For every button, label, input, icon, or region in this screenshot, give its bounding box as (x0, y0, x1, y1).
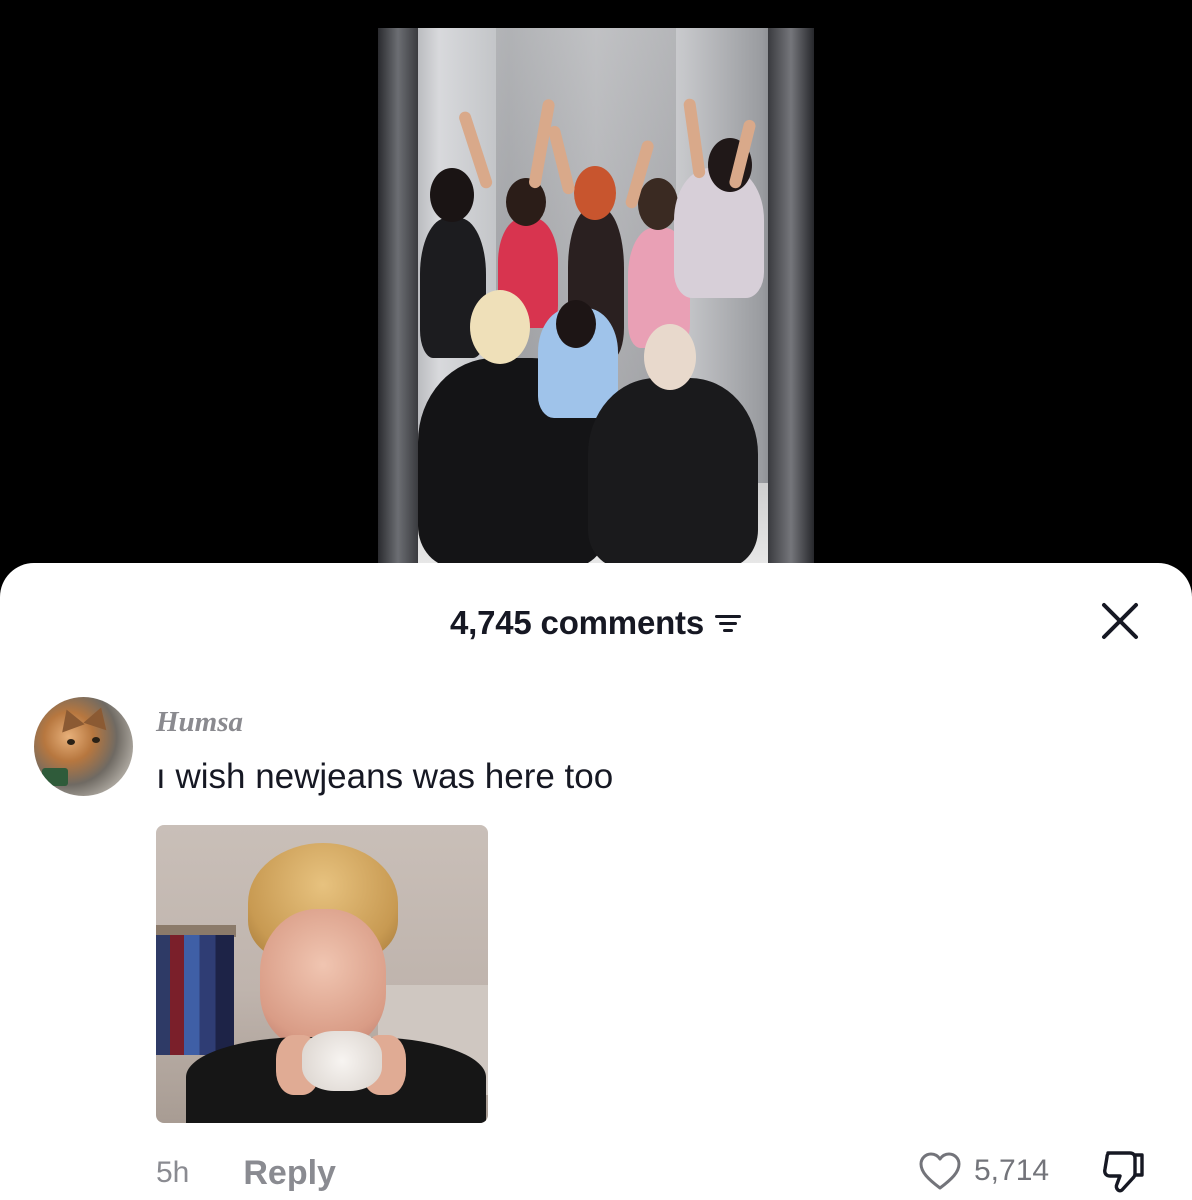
cat-ear (83, 703, 113, 731)
comment-gif[interactable] (156, 825, 488, 1123)
heart-icon[interactable] (918, 1151, 962, 1191)
dancer (588, 378, 758, 568)
comment-text: ı wish newjeans was here too (156, 757, 614, 796)
reply-button[interactable]: Reply (243, 1154, 336, 1193)
dancer-head (644, 324, 696, 390)
cat-eye (92, 737, 100, 743)
gif-tissue (302, 1031, 382, 1091)
comment-count: 4,745 comments (450, 604, 704, 641)
dancer-head (430, 168, 474, 222)
dancer-head (470, 290, 530, 364)
comments-sheet: 4,745 comments Humsa ı wish newjeans was… (0, 563, 1192, 1200)
mug (42, 768, 68, 786)
cat-ear (55, 705, 85, 733)
dancer-head (556, 300, 596, 348)
elevator-rail-left (378, 28, 418, 573)
comment-time: 5h (156, 1156, 190, 1189)
dancer-head (638, 178, 678, 230)
like-count: 5,714 (974, 1154, 1050, 1187)
raised-arm (682, 97, 706, 179)
like-button[interactable]: 5,714 (918, 1151, 1049, 1191)
video-preview[interactable] (378, 28, 814, 573)
gif-face (260, 909, 386, 1049)
thumbs-down-icon[interactable] (1100, 1149, 1148, 1193)
elevator-rail-right (768, 28, 814, 573)
filter-icon[interactable] (714, 611, 742, 635)
close-icon[interactable] (1100, 601, 1140, 641)
dancer-head (574, 166, 616, 220)
cat-eye (67, 739, 75, 745)
avatar[interactable] (34, 697, 133, 796)
comment-username[interactable]: Humsa (156, 706, 243, 739)
comments-header: 4,745 comments (0, 599, 1192, 647)
gif-binders (156, 935, 234, 1055)
comment-meta: 5h Reply (156, 1153, 336, 1193)
